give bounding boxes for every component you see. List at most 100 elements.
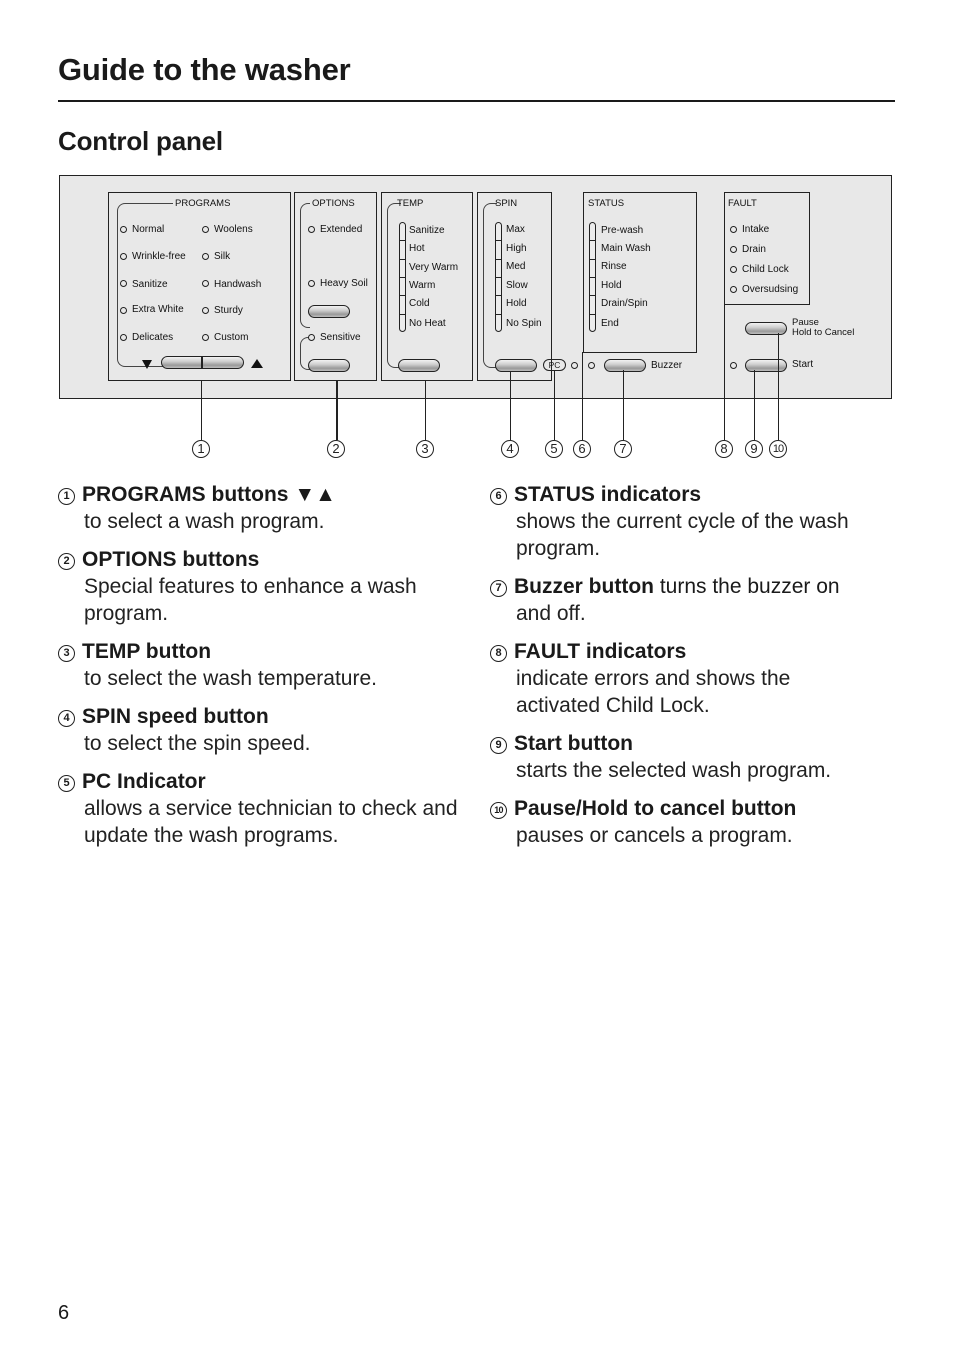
item-text: shows the current cycle of the wash prog… — [516, 510, 849, 560]
options-button-1[interactable] — [308, 305, 350, 318]
callout-10: 10 — [769, 440, 787, 458]
temp-button[interactable] — [398, 359, 440, 372]
spin-indicator-bar — [495, 222, 502, 332]
callout-3: 3 — [416, 440, 434, 458]
title-rule — [58, 100, 895, 102]
programs-down-button[interactable] — [161, 356, 202, 369]
description-item-5: 5 PC Indicator allows a service technicia… — [58, 768, 458, 849]
status-drain-spin: Drain/Spin — [601, 298, 648, 309]
descriptions-right: 6 STATUS indicators shows the current cyc… — [490, 481, 890, 860]
buzzer-label: Buzzer — [651, 360, 683, 371]
led-icon — [202, 334, 209, 341]
temp-section: TEMP Sanitize Hot Very Warm Warm Cold No… — [381, 192, 473, 381]
description-item-10: 10 Pause/Hold to cancel button pauses or … — [490, 795, 890, 849]
triangle-up-icon — [251, 359, 263, 368]
start-label: Start — [792, 359, 814, 370]
item-title: FAULT indicators — [514, 640, 687, 663]
led-icon — [308, 226, 315, 233]
option-extended: Extended — [320, 224, 363, 235]
fault-drain: Drain — [742, 244, 766, 255]
options-button-2[interactable] — [308, 359, 350, 372]
led-icon — [120, 307, 127, 314]
number-badge: 6 — [490, 488, 507, 505]
number-badge: 2 — [58, 553, 75, 570]
description-item-2: 2 OPTIONS buttons Special features to enh… — [58, 546, 458, 627]
callout-line-7 — [623, 370, 625, 440]
led-icon — [730, 246, 737, 253]
temp-sanitize: Sanitize — [409, 225, 445, 236]
led-icon — [202, 307, 209, 314]
led-icon — [120, 226, 127, 233]
status-rinse: Rinse — [601, 261, 627, 272]
programs-label: PROGRAMS — [173, 198, 233, 209]
temp-very-warm: Very Warm — [409, 262, 459, 273]
pc-led-icon — [571, 362, 578, 369]
fault-section: FAULT Intake Drain Child Lock Oversudsin… — [724, 192, 810, 305]
item-text: to select the wash temperature. — [84, 667, 377, 690]
callout-5: 5 — [545, 440, 563, 458]
callout-7: 7 — [614, 440, 632, 458]
item-text: starts the selected wash program. — [516, 759, 832, 782]
descriptions-left: 1 PROGRAMS buttons ▼▲ to select a wash pr… — [58, 481, 458, 860]
led-icon — [120, 334, 127, 341]
pause-button[interactable] — [745, 322, 787, 335]
temp-hot: Hot — [409, 243, 425, 254]
pause-label: Pause Hold to Cancel — [792, 318, 854, 338]
callout-line-8 — [724, 304, 726, 440]
spin-hold: Hold — [506, 298, 527, 309]
item-text: and off. — [516, 602, 586, 625]
spin-button[interactable] — [495, 359, 537, 372]
item-title: Start button — [514, 732, 633, 755]
item-text: pauses or cancels a program. — [516, 824, 793, 847]
option-sensitive: Sensitive — [320, 332, 361, 343]
program-sturdy: Sturdy — [214, 305, 243, 316]
led-icon — [730, 226, 737, 233]
item-title: STATUS indicators — [514, 483, 702, 506]
item-text: indicate errors and shows the activated … — [516, 667, 791, 717]
led-icon — [730, 266, 737, 273]
description-item-8: 8 FAULT indicators indicate errors and sh… — [490, 638, 890, 719]
item-title: Buzzer button — [514, 575, 654, 598]
program-extra-white: Extra White — [132, 304, 184, 315]
item-text: to select the spin speed. — [84, 732, 311, 755]
description-item-7: 7 Buzzer button turns the buzzer on and o… — [490, 573, 890, 627]
spin-label: SPIN — [495, 198, 518, 209]
callout-4: 4 — [501, 440, 519, 458]
callout-1: 1 — [192, 440, 210, 458]
temp-label: TEMP — [397, 198, 424, 209]
callout-8: 8 — [715, 440, 733, 458]
description-item-9: 9 Start button starts the selected wash p… — [490, 730, 890, 784]
callout-line-1 — [201, 380, 203, 440]
led-icon — [202, 226, 209, 233]
status-end: End — [601, 318, 619, 329]
spin-no-spin: No Spin — [506, 318, 542, 329]
callout-line-9 — [754, 370, 756, 440]
callout-line-6 — [582, 352, 584, 440]
item-title: Pause/Hold to cancel button — [514, 797, 797, 820]
item-title: SPIN speed button — [82, 705, 269, 728]
callout-line-5 — [554, 370, 556, 440]
callout-line-10 — [778, 333, 780, 440]
led-icon — [120, 253, 127, 260]
item-title: PROGRAMS buttons ▼▲ — [82, 483, 336, 506]
led-icon — [202, 253, 209, 260]
spin-section: SPIN Max High Med Slow Hold No Spin — [477, 192, 552, 381]
status-indicator-bar — [589, 222, 596, 332]
item-text: Special features to enhance a wash progr… — [84, 575, 417, 625]
section-title: Control panel — [58, 126, 223, 156]
number-badge: 4 — [58, 710, 75, 727]
led-icon — [308, 280, 315, 287]
fault-oversudsing: Oversudsing — [742, 284, 799, 295]
triangle-down-icon — [142, 360, 152, 369]
fault-child-lock: Child Lock — [742, 264, 789, 275]
led-icon — [202, 280, 209, 287]
programs-up-button[interactable] — [202, 356, 244, 369]
item-text: allows a service technician to check and… — [84, 797, 458, 847]
number-badge: 5 — [58, 775, 75, 792]
buzzer-button[interactable] — [604, 359, 646, 372]
buzzer-led-icon — [588, 362, 595, 369]
status-section: STATUS Pre-wash Main Wash Rinse Hold Dra… — [583, 192, 697, 353]
start-button[interactable] — [745, 359, 787, 372]
program-delicates: Delicates — [132, 332, 174, 343]
control-panel-diagram: PROGRAMS Normal Wrinkle-free Sanitize Ex… — [59, 175, 892, 399]
